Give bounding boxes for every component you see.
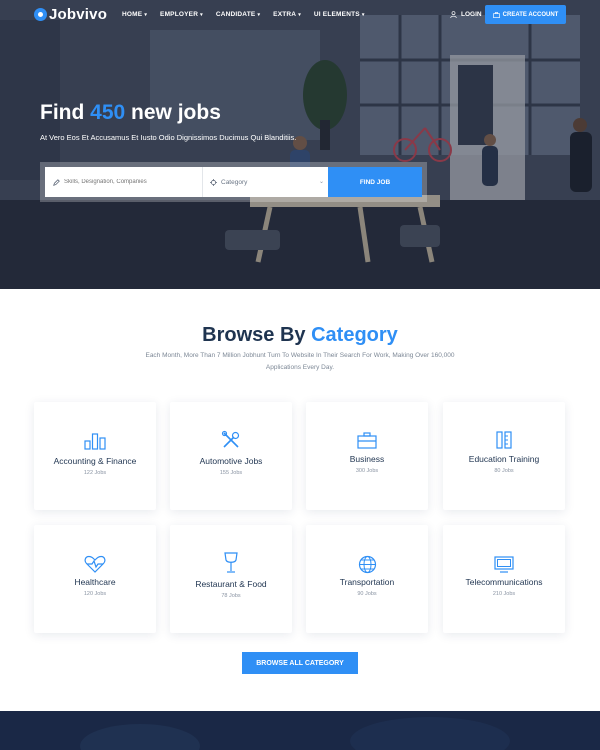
category-count: 155 Jobs [219,470,243,476]
globe-icon [358,555,376,574]
chevron-down-icon: ▾ [200,12,203,18]
category-card-education[interactable]: Education Training 80 Jobs [443,402,565,510]
crosshair-icon [210,178,217,186]
category-card-accounting[interactable]: Accounting & Finance 122 Jobs [34,402,156,510]
nav-item-extra[interactable]: EXTRA ▾ [273,11,301,18]
category-count: 210 Jobs [492,591,516,597]
next-section-banner [0,711,600,750]
category-name: Accounting & Finance [53,456,137,466]
nav-item-label: EMPLOYER [160,11,199,18]
create-account-button[interactable]: CREATE ACCOUNT [485,5,566,24]
browse-all-category-button[interactable]: BROWSE ALL CATEGORY [242,652,358,674]
nav-item-label: HOME [122,11,143,18]
category-count: 300 Jobs [355,468,379,474]
keyword-input[interactable] [64,179,194,185]
category-card-transportation[interactable]: Transportation 90 Jobs [306,525,428,633]
hero-overlay [0,0,600,289]
wrench-icon [221,430,240,448]
logo-icon [34,8,47,21]
category-card-business[interactable]: Business 300 Jobs [306,402,428,510]
hero-title: Find 450 new jobs [40,101,221,125]
find-job-button[interactable]: FIND JOB [328,167,422,197]
chevron-down-icon: ▾ [257,12,261,18]
category-name: Education Training [468,454,540,464]
nav-item-home[interactable]: HOME ▾ [122,11,147,18]
section-title: Browse By Category [0,324,600,347]
hero-subtitle: At Vero Eos Et Accusamus Et Iusto Odio D… [40,133,297,142]
job-search-bar: Category ⌄ FIND JOB [40,162,427,202]
nav-item-label: UI ELEMENTS [313,11,360,18]
category-card-telecommunications[interactable]: Telecommunications 210 Jobs [443,525,565,633]
section-description: Each Month, More Than 7 Million Jobhunt … [145,352,455,371]
bar-chart-icon [84,433,106,450]
nav-item-label: EXTRA [273,11,297,18]
login-link[interactable]: LOGIN [450,11,482,18]
chevron-down-icon: ▾ [361,12,365,18]
category-count: 80 Jobs [494,468,514,474]
hero-title-number: 450 [90,101,126,124]
category-card-automotive[interactable]: Automotive Jobs 155 Jobs [170,402,292,510]
hero-section [0,0,600,289]
banner-background-image [0,711,600,750]
nav-item-ui-elements[interactable]: UI ELEMENTS ▾ [314,11,365,18]
chevron-down-icon: ▾ [298,12,301,18]
category-name: Transportation [339,577,395,587]
hero-title-suffix: new jobs [125,101,221,124]
category-count: 78 Jobs [221,593,241,599]
nav-item-employer[interactable]: EMPLOYER ▾ [160,11,203,18]
category-name: Healthcare [74,577,116,587]
nav-item-candidate[interactable]: CANDIDATE ▾ [216,11,260,18]
category-count: 122 Jobs [83,470,107,476]
section-title-prefix: Browse By [202,324,312,346]
category-select-value: Category [221,178,248,186]
nav-item-label: CANDIDATE [215,11,256,18]
monitor-icon [494,556,514,573]
section-title-accent: Category [311,324,398,346]
briefcase-icon [357,432,377,449]
wine-glass-icon [224,552,238,573]
hero-title-prefix: Find [40,101,91,124]
category-name: Telecommunications [465,577,543,587]
category-name: Restaurant & Food [195,579,267,589]
main-menu: HOME ▾ EMPLOYER ▾ CANDIDATE ▾ EXTRA ▾ UI ELE… [122,11,378,18]
keyword-field[interactable] [45,167,202,197]
chevron-down-icon: ⌄ [318,179,324,185]
chevron-down-icon: ▾ [144,12,148,18]
create-account-label: CREATE ACCOUNT [502,11,559,18]
briefcase-icon [492,11,500,18]
category-card-healthcare[interactable]: Healthcare 120 Jobs [34,525,156,633]
category-select[interactable]: Category ⌄ [202,167,328,197]
category-name: Business [349,454,385,464]
category-count: 120 Jobs [83,591,107,597]
navbar: Jobvivo HOME ▾ EMPLOYER ▾ CANDIDATE ▾ EXTRA… [0,0,600,30]
logo-text: Jobvivo [49,6,108,23]
login-label: LOGIN [461,11,482,18]
pencil-icon [53,178,60,186]
category-card-restaurant[interactable]: Restaurant & Food 78 Jobs [170,525,292,633]
user-icon [450,11,457,18]
heartbeat-icon [84,555,106,573]
pencil-ruler-icon [496,431,512,449]
category-count: 90 Jobs [357,591,377,597]
category-name: Automotive Jobs [199,456,263,466]
logo[interactable]: Jobvivo [34,6,107,23]
